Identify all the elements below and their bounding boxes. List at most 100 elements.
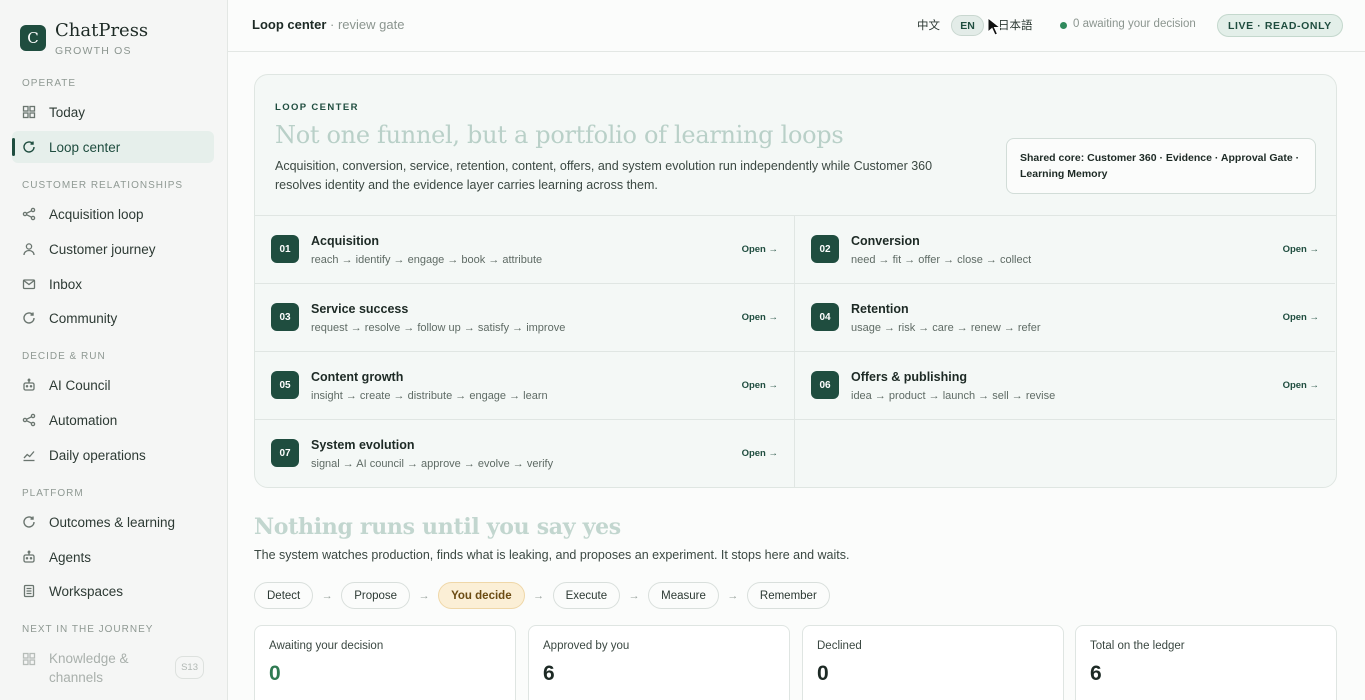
arrow-right-icon: → — [727, 589, 739, 602]
refresh-icon — [22, 311, 36, 325]
loop-card-system-evolution[interactable]: 07 System evolution signal → AI council … — [255, 420, 795, 487]
sidebar-item-today[interactable]: Today — [12, 96, 214, 128]
sidebar-item-label: Community — [49, 310, 118, 326]
gate-description: The system watches production, finds wha… — [254, 548, 850, 562]
step-propose: Propose — [341, 582, 411, 609]
mode-pill: LIVE · READ-ONLY — [1217, 14, 1343, 37]
stat-value: 0 — [817, 662, 829, 685]
sidebar-item-label: Acquisition loop — [49, 206, 144, 222]
loop-steps: reach → identify → engage → book → attri… — [311, 254, 543, 266]
grid-icon — [22, 105, 36, 119]
stat-value: 6 — [543, 662, 555, 685]
open-link[interactable]: Open → — [1283, 244, 1319, 255]
breadcrumb-title: Loop center — [252, 17, 327, 32]
loop-steps: signal → AI council → approve → evolve →… — [311, 458, 554, 470]
top-bar: Loop center · review gate 中文 EN 日本語 0 aw… — [228, 0, 1365, 52]
trend-icon — [22, 448, 36, 462]
loop-steps: request → resolve → follow up → satisfy … — [311, 322, 566, 334]
stat-value: 0 — [269, 662, 281, 685]
step-measure: Measure — [648, 582, 719, 609]
sidebar-item-customer-journey[interactable]: Customer journey — [12, 233, 214, 265]
loop-name: Retention — [851, 302, 909, 316]
stage-badge: S13 — [175, 656, 204, 679]
loop-card-conversion[interactable]: 02 Conversion need → fit → offer → close… — [795, 216, 1335, 284]
refresh-icon — [22, 515, 36, 529]
open-link[interactable]: Open → — [742, 312, 778, 323]
loop-number: 07 — [271, 439, 299, 467]
brand-sub: GROWTH OS — [55, 45, 132, 57]
arrow-right-icon: → — [533, 589, 545, 602]
loop-card-retention[interactable]: 04 Retention usage → risk → care → renew… — [795, 284, 1335, 352]
stat-label: Total on the ledger — [1090, 640, 1185, 652]
sidebar-item-outcomes-learning[interactable]: Outcomes & learning — [12, 506, 214, 538]
refresh-icon — [22, 140, 36, 154]
brand-logo: C — [20, 25, 46, 51]
sidebar-item-label: Inbox — [49, 276, 83, 292]
loop-number: 05 — [271, 371, 299, 399]
robot-icon — [22, 550, 36, 564]
loop-name: Service success — [311, 302, 409, 316]
step-you-decide: You decide — [438, 582, 525, 609]
sidebar-item-label: Workspaces — [49, 583, 124, 599]
sidebar-item-label: AI Council — [49, 377, 111, 393]
share-icon — [22, 413, 36, 427]
loop-steps: usage → risk → care → renew → refer — [851, 322, 1041, 334]
sidebar-item-ai-council[interactable]: AI Council — [12, 369, 214, 401]
open-link[interactable]: Open → — [1283, 380, 1319, 391]
sidebar: C ChatPress GROWTH OS OPERATE Today Loop… — [0, 0, 228, 700]
stat-value: 6 — [1090, 662, 1102, 685]
loop-card-offers-publishing[interactable]: 06 Offers & publishing idea → product → … — [795, 352, 1335, 420]
loop-steps: need → fit → offer → close → collect — [851, 254, 1032, 266]
loop-steps: idea → product → launch → sell → revise — [851, 390, 1056, 402]
robot-icon — [22, 378, 36, 392]
loop-number: 02 — [811, 235, 839, 263]
nav-section-decide: DECIDE & RUN — [22, 351, 106, 362]
brand[interactable]: C ChatPress GROWTH OS — [20, 20, 148, 57]
step-remember: Remember — [746, 582, 830, 609]
loop-card-content-growth[interactable]: 05 Content growth insight → create → dis… — [255, 352, 795, 420]
lang-zh-button[interactable]: 中文 — [917, 17, 940, 33]
nav-section-next: NEXT IN THE JOURNEY — [22, 624, 154, 635]
sidebar-item-inbox[interactable]: Inbox — [12, 268, 214, 300]
lang-en-button[interactable]: EN — [951, 15, 984, 36]
sidebar-item-community[interactable]: Community — [12, 302, 214, 334]
sidebar-item-workspaces[interactable]: Workspaces — [12, 575, 214, 607]
stat-total-ledger: Total on the ledger 6 — [1075, 625, 1337, 700]
loop-name: Offers & publishing — [851, 370, 967, 384]
loop-number: 06 — [811, 371, 839, 399]
loop-card-acquisition[interactable]: 01 Acquisition reach → identify → engage… — [255, 216, 795, 284]
mail-icon — [22, 277, 36, 291]
brand-name: ChatPress — [55, 20, 149, 41]
stat-awaiting: Awaiting your decision 0 — [254, 625, 516, 700]
open-link[interactable]: Open → — [1283, 312, 1319, 323]
sidebar-item-label: Daily operations — [49, 447, 146, 463]
loop-name: System evolution — [311, 438, 415, 452]
sidebar-item-loop-center[interactable]: Loop center — [12, 131, 214, 163]
open-link[interactable]: Open → — [742, 448, 778, 459]
arrow-right-icon: → — [628, 589, 640, 602]
nav-section-platform: PLATFORM — [22, 488, 84, 499]
open-link[interactable]: Open → — [742, 380, 778, 391]
loop-center-card: LOOP CENTER Not one funnel, but a portfo… — [254, 74, 1337, 488]
stat-label: Approved by you — [543, 640, 630, 652]
status-dot-icon — [1060, 22, 1067, 29]
awaiting-status[interactable]: 0 awaiting your decision — [1073, 18, 1196, 30]
grid-icon — [22, 652, 36, 666]
share-icon — [22, 207, 36, 221]
sidebar-item-automation[interactable]: Automation — [12, 404, 214, 436]
gate-steps: Detect → Propose → You decide → Execute … — [254, 582, 830, 609]
step-execute: Execute — [552, 582, 621, 609]
sidebar-item-daily-operations[interactable]: Daily operations — [12, 439, 214, 471]
loop-card-service-success[interactable]: 03 Service success request → resolve → f… — [255, 284, 795, 352]
sidebar-item-agents[interactable]: Agents — [12, 541, 214, 573]
open-link[interactable]: Open → — [742, 244, 778, 255]
loop-name: Content growth — [311, 370, 404, 384]
loop-number: 03 — [271, 303, 299, 331]
sidebar-item-knowledge-channels: Knowledge & channels S13 — [12, 644, 214, 685]
shared-core-box: Shared core: Customer 360 · Evidence · A… — [1006, 138, 1316, 194]
user-icon — [22, 242, 36, 256]
nav-section-operate: OPERATE — [22, 78, 77, 89]
sidebar-item-acquisition-loop[interactable]: Acquisition loop — [12, 198, 214, 230]
lang-ja-button[interactable]: 日本語 — [998, 17, 1033, 33]
loop-number: 01 — [271, 235, 299, 263]
